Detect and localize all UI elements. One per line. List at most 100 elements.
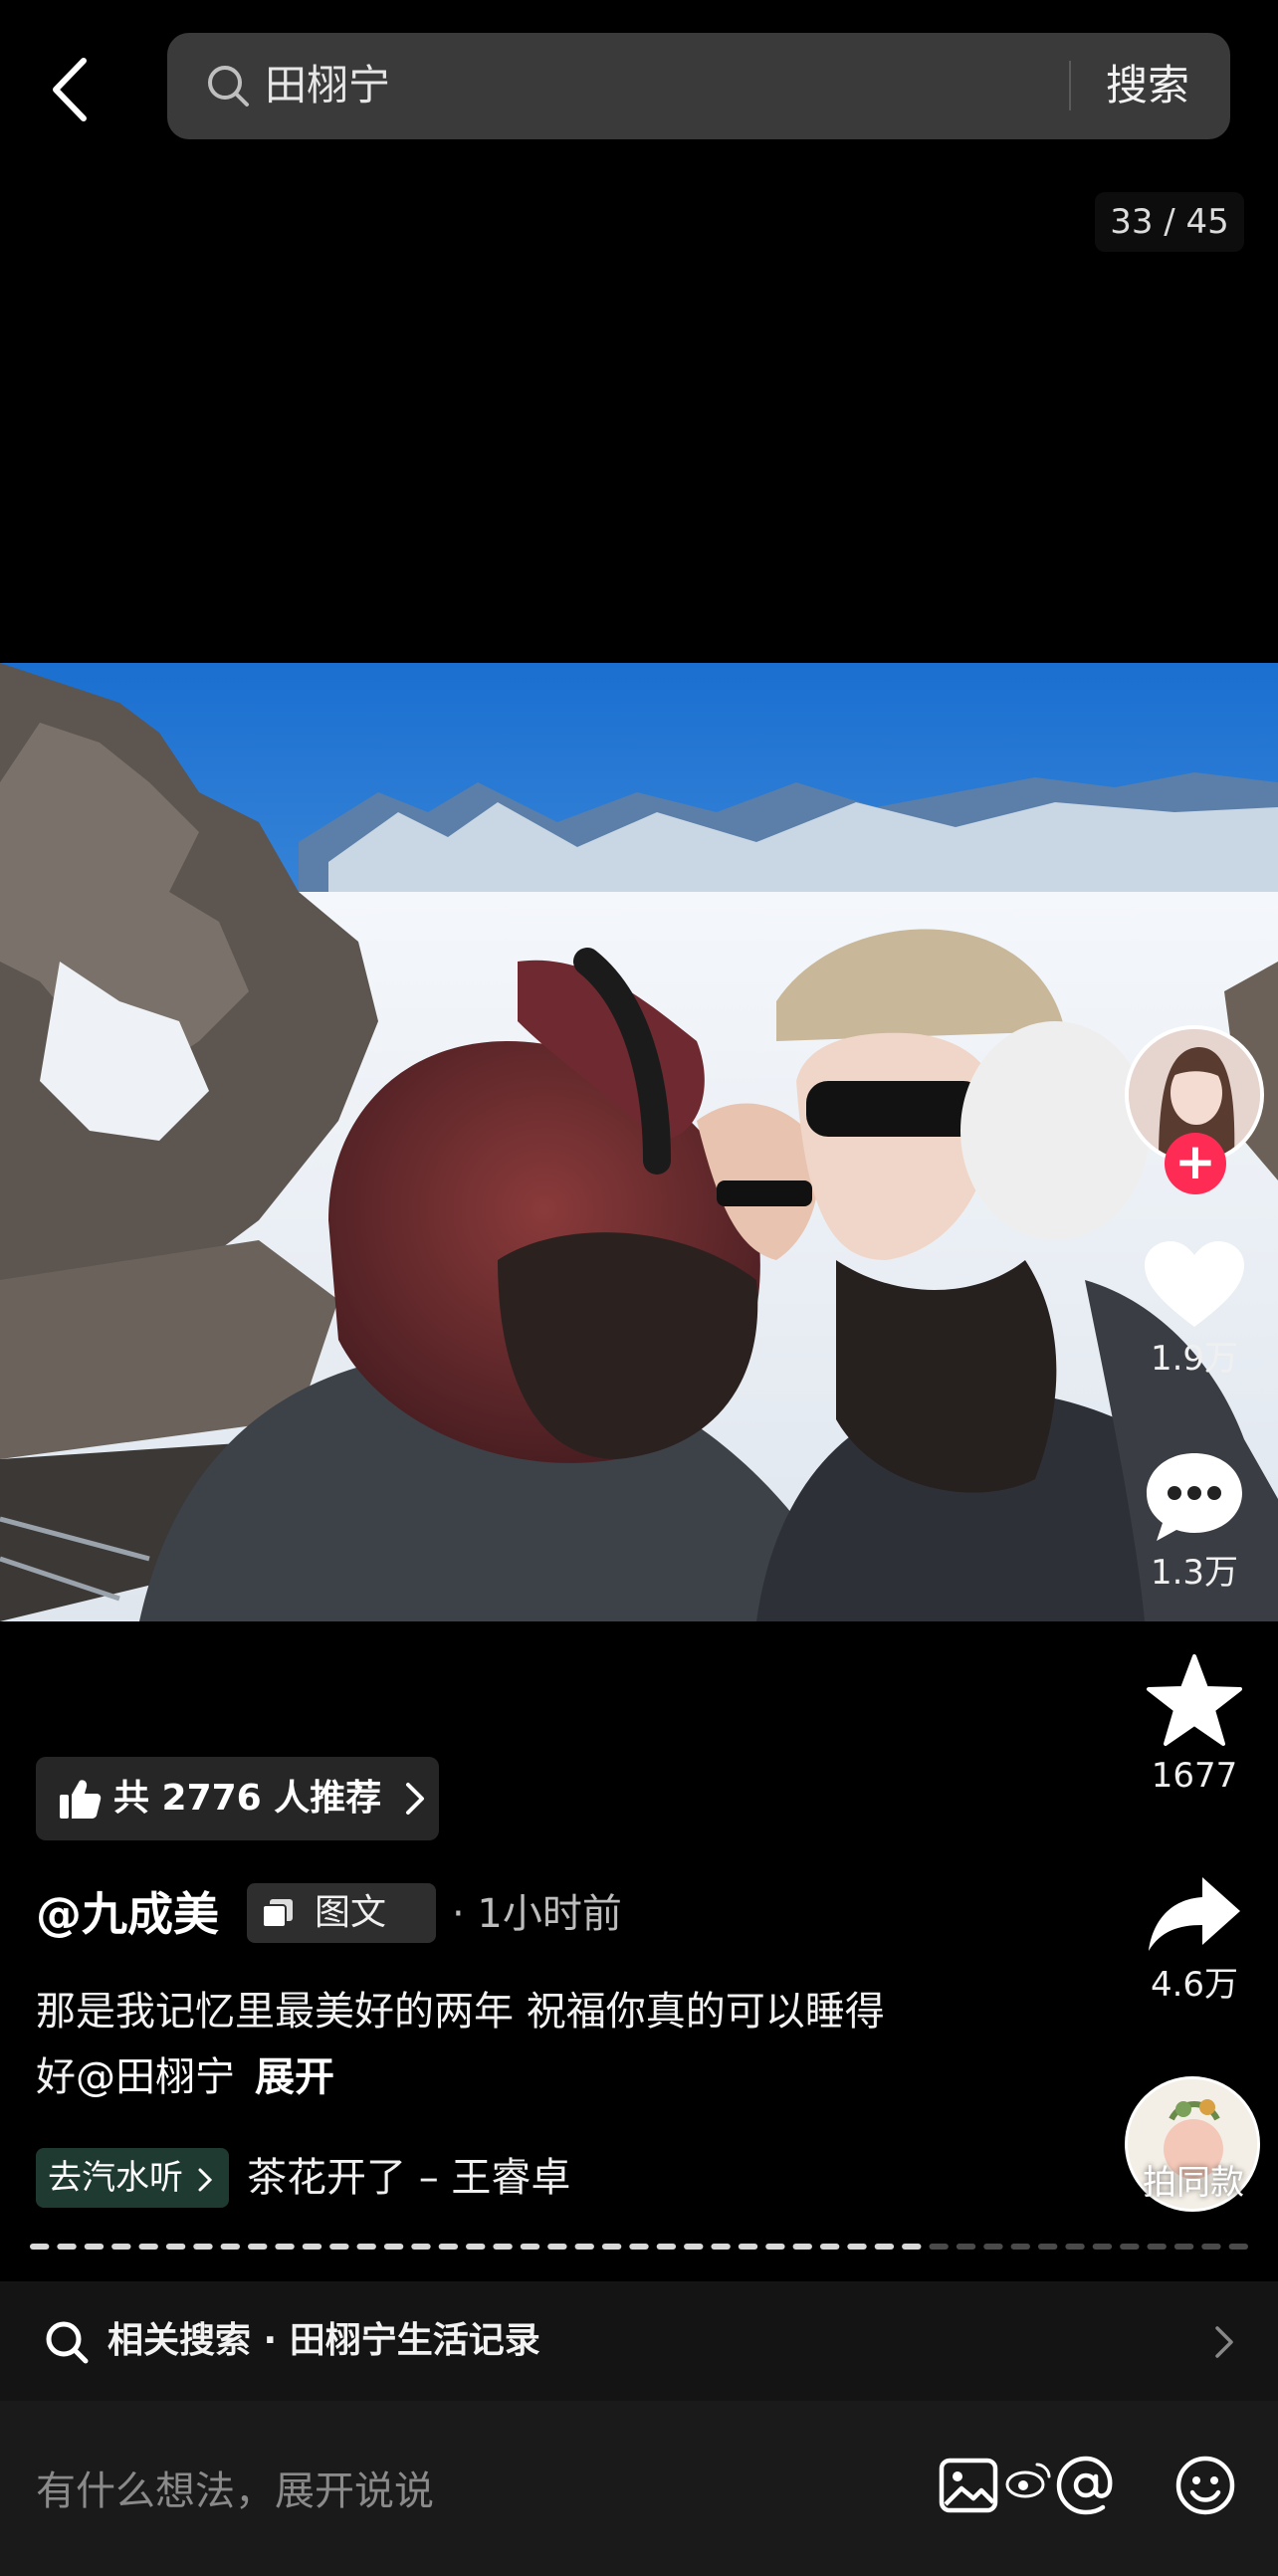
- progress-segment: [493, 2244, 513, 2250]
- progress-segment: [411, 2244, 431, 2250]
- caption-expand[interactable]: 展开: [255, 2054, 334, 2100]
- progress-segment: [466, 2244, 486, 2250]
- like-action[interactable]: 1.9万: [1115, 1239, 1274, 1381]
- post-caption: 那是我记忆里最美好的两年 祝福你真的可以睡得 好@田栩宁 展开: [36, 1979, 1011, 2110]
- progress-segment: [383, 2244, 404, 2250]
- progress-segment: [193, 2244, 213, 2250]
- progress-segment: [111, 2244, 131, 2250]
- progress-segment: [220, 2244, 241, 2250]
- caption-line-2-prefix: 好: [36, 2054, 76, 2100]
- progress-segment: [520, 2244, 540, 2250]
- post-photo[interactable]: [0, 663, 1278, 1621]
- weibo-watermark-logo: [1005, 2449, 1051, 2508]
- search-icon: [46, 2321, 89, 2364]
- progress-segment: [684, 2244, 704, 2250]
- thumbs-up-icon: [60, 1780, 102, 1819]
- progress-segment: [1173, 2244, 1194, 2250]
- progress-segment: [138, 2244, 158, 2250]
- recommend-pill[interactable]: 共 2776 人推荐: [36, 1757, 439, 1840]
- recommend-text: 共 2776 人推荐: [113, 1778, 382, 1819]
- progress-segment: [275, 2244, 295, 2250]
- share-arrow-icon[interactable]: [1145, 1873, 1244, 1957]
- weibo-logo-icon: [1005, 2463, 1051, 2498]
- caption-mention[interactable]: @田栩宁: [76, 2054, 235, 2100]
- progress-segment: [738, 2244, 758, 2250]
- caption-line-2: 好@田栩宁 展开: [36, 2044, 1011, 2110]
- progress-segment: [819, 2244, 840, 2250]
- favorite-action[interactable]: 1677: [1115, 1652, 1274, 1798]
- progress-segment: [1201, 2244, 1221, 2250]
- chevron-right-icon: [406, 1783, 424, 1815]
- progress-segment: [1065, 2244, 1085, 2250]
- progress-segment: [248, 2244, 268, 2250]
- progress-segment: [902, 2244, 922, 2250]
- image-stack-icon: [263, 1899, 293, 1927]
- progress-segment: [711, 2244, 731, 2250]
- image-icon[interactable]: [936, 2453, 1001, 2518]
- heart-icon[interactable]: [1143, 1239, 1246, 1331]
- related-search-text: 相关搜索 · 田栩宁生活记录: [107, 2320, 540, 2361]
- back-arrow-icon[interactable]: [48, 55, 92, 124]
- progress-segment: [983, 2244, 1003, 2250]
- progress-segment: [574, 2244, 594, 2250]
- screen: 田栩宁 搜索 33 / 45 + 1.9万 1.3万 1677 4.6万 拍同款…: [0, 0, 1278, 2576]
- progress-segment: [601, 2244, 622, 2250]
- caption-line-1: 那是我记忆里最美好的两年 祝福你真的可以睡得: [36, 1989, 885, 2035]
- comment-count: 1.3万: [1150, 1553, 1239, 1593]
- progress-segment: [57, 2244, 77, 2250]
- image-progress-indicator: [30, 2244, 1248, 2250]
- progress-segment: [765, 2244, 785, 2250]
- progress-segment: [547, 2244, 567, 2250]
- author-avatar-wrap[interactable]: +: [1125, 1025, 1264, 1194]
- search-divider: [1069, 61, 1071, 110]
- at-mention-icon[interactable]: [1053, 2453, 1119, 2518]
- like-count: 1.9万: [1150, 1339, 1239, 1379]
- share-action[interactable]: 4.6万: [1115, 1873, 1274, 2007]
- share-count: 4.6万: [1150, 1965, 1239, 2005]
- favorite-count: 1677: [1151, 1756, 1238, 1796]
- search-bar[interactable]: 田栩宁 搜索: [167, 33, 1230, 139]
- post-type-badge: 图文: [247, 1883, 436, 1943]
- post-time: · 1小时前: [452, 1891, 622, 1937]
- progress-segment: [1120, 2244, 1140, 2250]
- music-title[interactable]: 茶花开了 – 王睿卓: [247, 2148, 570, 2208]
- comment-input[interactable]: 有什么想法，展开说说: [36, 2457, 434, 2526]
- image-page-counter: 33 / 45: [1095, 192, 1244, 252]
- search-query-text[interactable]: 田栩宁: [265, 55, 390, 116]
- progress-segment: [356, 2244, 376, 2250]
- comment-bubble-icon[interactable]: [1143, 1449, 1246, 1545]
- progress-segment: [30, 2244, 50, 2250]
- comment-bar: 有什么想法，展开说说: [0, 2401, 1278, 2576]
- author-name[interactable]: @九成美: [36, 1879, 219, 1949]
- progress-segment: [847, 2244, 867, 2250]
- progress-segment: [656, 2244, 677, 2250]
- progress-segment: [1228, 2244, 1248, 2250]
- listen-label: 去汽水听: [48, 2158, 183, 2198]
- progress-segment: [329, 2244, 349, 2250]
- progress-segment: [956, 2244, 976, 2250]
- emoji-icon[interactable]: [1172, 2453, 1238, 2518]
- progress-segment: [84, 2244, 105, 2250]
- progress-segment: [874, 2244, 895, 2250]
- progress-segment: [302, 2244, 322, 2250]
- chevron-right-icon: [1215, 2326, 1233, 2358]
- follow-plus-button[interactable]: +: [1165, 1133, 1226, 1194]
- progress-segment: [165, 2244, 186, 2250]
- related-search-bar[interactable]: 相关搜索 · 田栩宁生活记录: [0, 2281, 1278, 2401]
- progress-segment: [1010, 2244, 1030, 2250]
- chevron-right-icon: [198, 2168, 212, 2191]
- progress-segment: [1037, 2244, 1058, 2250]
- progress-segment: [929, 2244, 949, 2250]
- star-icon[interactable]: [1145, 1652, 1244, 1748]
- progress-segment: [629, 2244, 649, 2250]
- progress-segment: [1147, 2244, 1167, 2250]
- comment-action[interactable]: 1.3万: [1115, 1449, 1274, 1595]
- progress-segment: [1092, 2244, 1113, 2250]
- post-type-text: 图文: [315, 1892, 387, 1933]
- listen-on-qishui-pill[interactable]: 去汽水听: [36, 2148, 229, 2208]
- progress-segment: [438, 2244, 459, 2250]
- same-style-label[interactable]: 拍同款: [1121, 2160, 1266, 2206]
- search-icon: [208, 66, 249, 107]
- search-button[interactable]: 搜索: [1106, 55, 1189, 116]
- progress-segment: [792, 2244, 812, 2250]
